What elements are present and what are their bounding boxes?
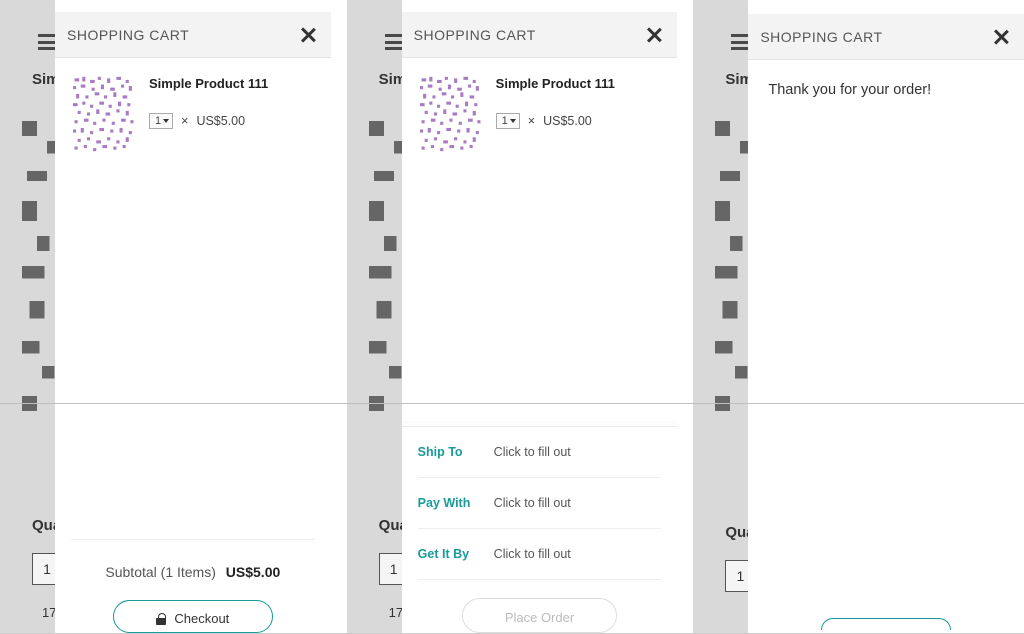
thankyou-message: Thank you for your order!	[748, 60, 1024, 120]
continue-button[interactable]	[821, 618, 951, 630]
bg-qty-label: Qua	[32, 517, 55, 534]
ship-to-row[interactable]: Ship To Click to fill out	[418, 427, 662, 478]
backdrop: Sim Qua 1 17	[347, 0, 402, 633]
hamburger-icon[interactable]	[38, 34, 55, 50]
place-order-button[interactable]: Place Order	[462, 598, 617, 633]
drawer-title: SHOPPING CART	[414, 27, 536, 43]
subtotal-amount: US$5.00	[226, 564, 280, 580]
panel-cart-summary: Sim Qua 1 17	[0, 0, 331, 633]
chevron-down-icon	[163, 119, 169, 123]
checkout-button[interactable]: Checkout	[113, 600, 273, 633]
drawer-title: SHOPPING CART	[67, 27, 189, 43]
cart-drawer: SHOPPING CART	[55, 12, 331, 633]
get-it-by-row[interactable]: Get It By Click to fill out	[418, 529, 662, 580]
bg-page-num: 17	[42, 605, 55, 620]
backdrop: Sim Qua 1	[693, 0, 748, 633]
product-thumbnail[interactable]	[420, 76, 482, 152]
product-thumbnail[interactable]	[73, 76, 135, 152]
cart-item: Simple Product 111 1 × US$5.00	[55, 58, 331, 164]
backdrop: Sim Qua 1 17	[0, 0, 55, 633]
close-icon[interactable]	[299, 26, 317, 44]
bg-qty-label: Qua	[379, 517, 402, 534]
screenshots-row: Sim Qua 1 17	[0, 0, 1024, 634]
chevron-down-icon	[510, 119, 516, 123]
divider-line	[0, 403, 1024, 404]
bg-product-title: Sim	[32, 71, 55, 88]
bg-qty-label: Qua	[725, 524, 748, 541]
panel-checkout: Sim Qua 1 17 SHOPPING CART	[347, 0, 678, 633]
cart-drawer: SHOPPING CART Thank you for your order!	[748, 14, 1024, 633]
line-price: US$5.00	[543, 114, 592, 128]
drawer-header: SHOPPING CART	[402, 12, 678, 58]
product-name[interactable]: Simple Product 111	[496, 76, 662, 91]
subtotal-block: Subtotal (1 Items) US$5.00 Checkout	[55, 527, 331, 633]
qty-select[interactable]: 1	[496, 113, 520, 129]
bg-product-image	[22, 101, 55, 481]
cart-drawer: SHOPPING CART	[402, 12, 678, 633]
qty-select[interactable]: 1	[149, 113, 173, 129]
close-icon[interactable]	[992, 28, 1010, 46]
product-name[interactable]: Simple Product 111	[149, 76, 315, 91]
cart-item: Simple Product 111 1 × US$5.00	[402, 58, 678, 164]
bg-qty-input[interactable]: 1	[379, 553, 402, 585]
hamburger-icon[interactable]	[731, 34, 748, 50]
subtotal-label: Subtotal (1 Items)	[105, 564, 216, 580]
bg-product-title: Sim	[725, 71, 748, 88]
bg-product-image	[369, 101, 402, 481]
bg-page-num: 17	[389, 605, 402, 620]
drawer-header: SHOPPING CART	[55, 12, 331, 58]
lock-icon	[156, 613, 166, 625]
panel-thankyou: Sim Qua 1 SHOPPING CART	[693, 0, 1024, 633]
hamburger-icon[interactable]	[385, 34, 402, 50]
bg-qty-input[interactable]: 1	[32, 553, 55, 585]
bg-product-title: Sim	[379, 71, 402, 88]
pay-with-row[interactable]: Pay With Click to fill out	[418, 478, 662, 529]
checkout-info: Ship To Click to fill out Pay With Click…	[402, 426, 678, 633]
drawer-header: SHOPPING CART	[748, 14, 1024, 60]
close-icon[interactable]	[645, 26, 663, 44]
line-price: US$5.00	[196, 114, 245, 128]
bg-product-image	[715, 101, 748, 481]
bg-qty-input[interactable]: 1	[725, 560, 748, 592]
drawer-title: SHOPPING CART	[760, 29, 882, 45]
